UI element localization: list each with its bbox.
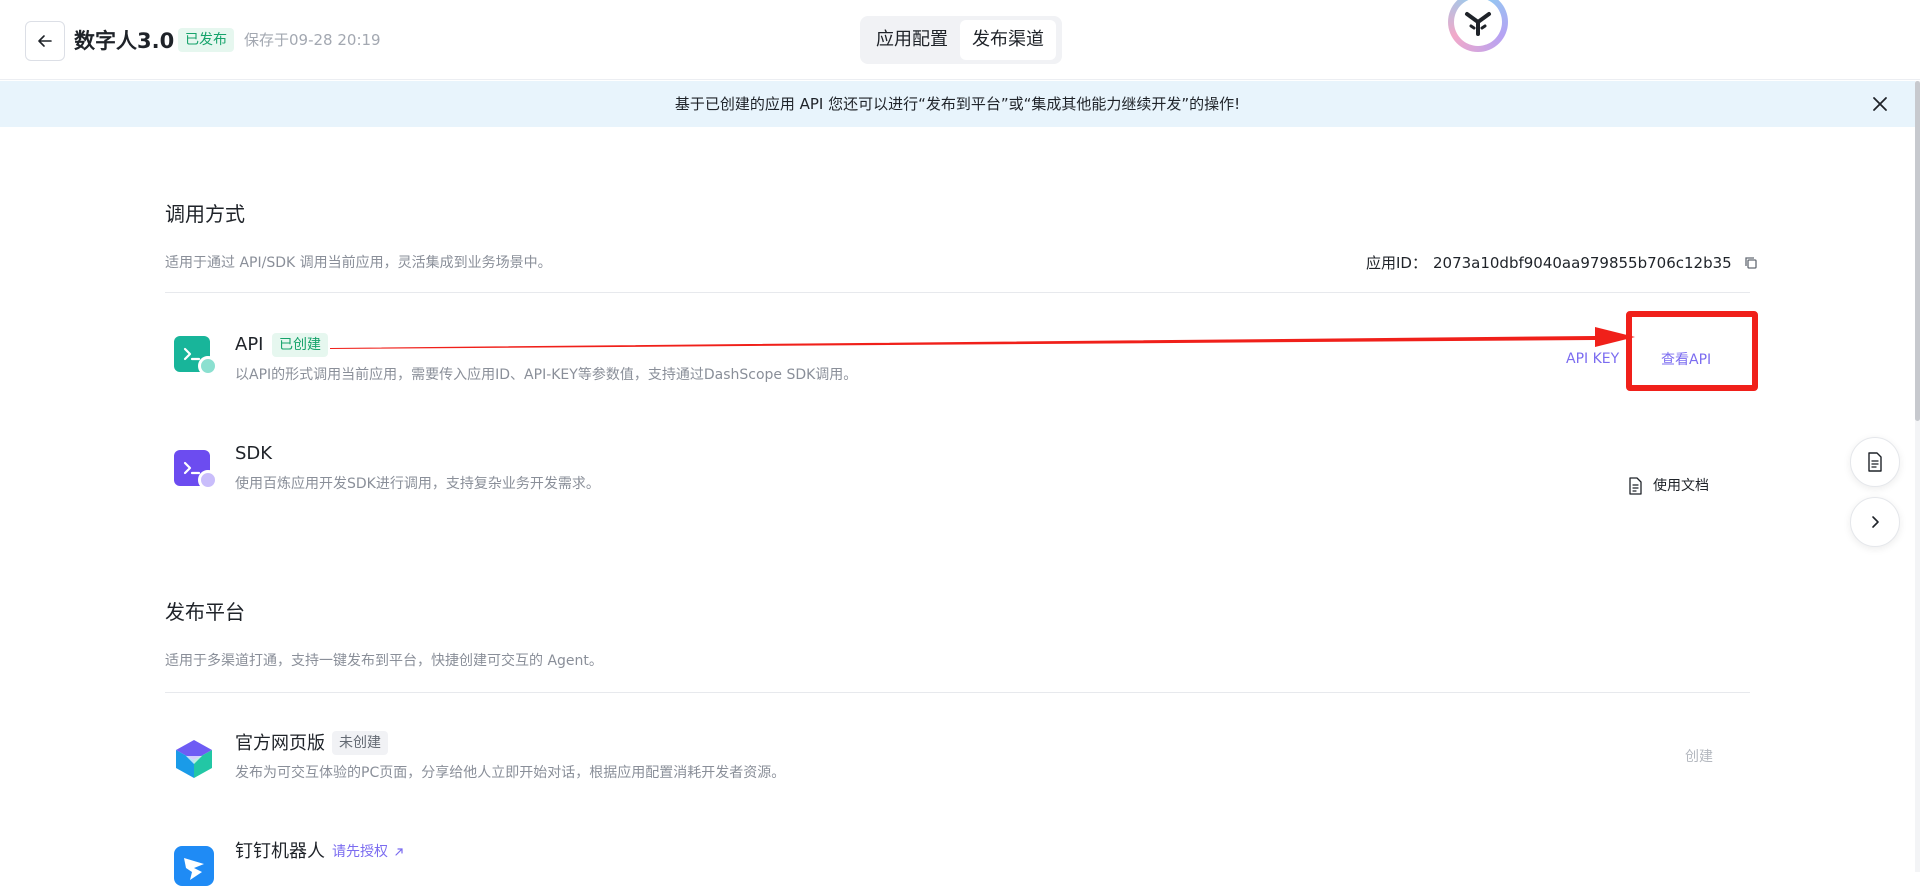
api-icon-wrap (174, 336, 218, 376)
web-version-description: 发布为可交互体验的PC页面，分享给他人立即开始对话，根据应用配置消耗开发者资源。 (235, 765, 786, 781)
external-link-icon (395, 848, 403, 856)
dingtalk-title: 钉钉机器人 (235, 841, 325, 862)
api-created-badge: 已创建 (272, 333, 328, 357)
create-web-version-button[interactable]: 创建 (1685, 747, 1713, 767)
document-icon (1629, 477, 1642, 495)
dingtalk-icon (174, 846, 214, 886)
brand-logo-icon (1465, 12, 1491, 36)
notice-close-button[interactable] (1868, 92, 1892, 116)
sdk-docs-label: 使用文档 (1653, 478, 1709, 494)
app-title: 数字人3.0 (74, 29, 175, 53)
document-icon (1868, 452, 1882, 472)
section-divider (165, 692, 1750, 693)
back-arrow-icon (38, 35, 52, 47)
section-divider (165, 292, 1750, 293)
copy-icon[interactable] (1744, 256, 1758, 270)
close-icon (1873, 97, 1887, 111)
chevron-right-icon (1872, 516, 1879, 528)
notice-banner: 基于已创建的应用 API 您还可以进行“发布到平台”或“集成其他能力继续开发”的… (0, 81, 1915, 127)
tab-publish-channels[interactable]: 发布渠道 (960, 20, 1056, 60)
web-version-icon (174, 738, 214, 784)
tab-app-config[interactable]: 应用配置 (864, 20, 960, 60)
dingtalk-auth-link[interactable]: 请先授权 (332, 842, 404, 862)
not-created-badge: 未创建 (332, 731, 388, 755)
saved-timestamp: 保存于09-28 20:19 (244, 31, 381, 49)
floating-doc-button[interactable] (1850, 437, 1900, 487)
section-desc-platforms: 适用于多渠道打通，支持一键发布到平台，快捷创建可交互的 Agent。 (165, 653, 603, 669)
sdk-icon-wrap (174, 450, 218, 490)
app-id-row: 应用ID： 2073a10dbf9040aa979855b706c12b35 (1366, 253, 1758, 273)
scrollbar-thumb[interactable] (1915, 81, 1920, 421)
section-title-invocation: 调用方式 (165, 202, 245, 226)
back-button[interactable] (25, 21, 65, 61)
section-desc-invocation: 适用于通过 API/SDK 调用当前应用，灵活集成到业务场景中。 (165, 255, 552, 271)
annotation-arrow (330, 327, 1635, 349)
section-title-platforms: 发布平台 (165, 600, 245, 624)
dingtalk-auth-label: 请先授权 (332, 844, 388, 860)
app-id-label: 应用ID： (1366, 254, 1427, 272)
sdk-description: 使用百炼应用开发SDK进行调用，支持复杂业务开发需求。 (235, 476, 600, 492)
mode-tabs: 应用配置 发布渠道 (860, 16, 1062, 64)
sdk-docs-link[interactable]: 使用文档 (1627, 476, 1709, 496)
status-badge: 已发布 (178, 28, 234, 52)
top-header: 数字人3.0 已发布 保存于09-28 20:19 应用配置 发布渠道 (0, 0, 1920, 80)
app-id-value: 2073a10dbf9040aa979855b706c12b35 (1432, 254, 1732, 272)
user-avatar[interactable] (1448, 0, 1508, 52)
web-version-title: 官方网页版 (235, 733, 325, 754)
floating-expand-button[interactable] (1850, 497, 1900, 547)
api-description: 以API的形式调用当前应用，需要传入应用ID、API-KEY等参数值，支持通过D… (235, 367, 858, 383)
api-title: API (235, 334, 264, 355)
view-api-link[interactable]: 查看API (1661, 350, 1711, 370)
sdk-title: SDK (235, 443, 273, 464)
notice-text: 基于已创建的应用 API 您还可以进行“发布到平台”或“集成其他能力继续开发”的… (674, 95, 1241, 113)
